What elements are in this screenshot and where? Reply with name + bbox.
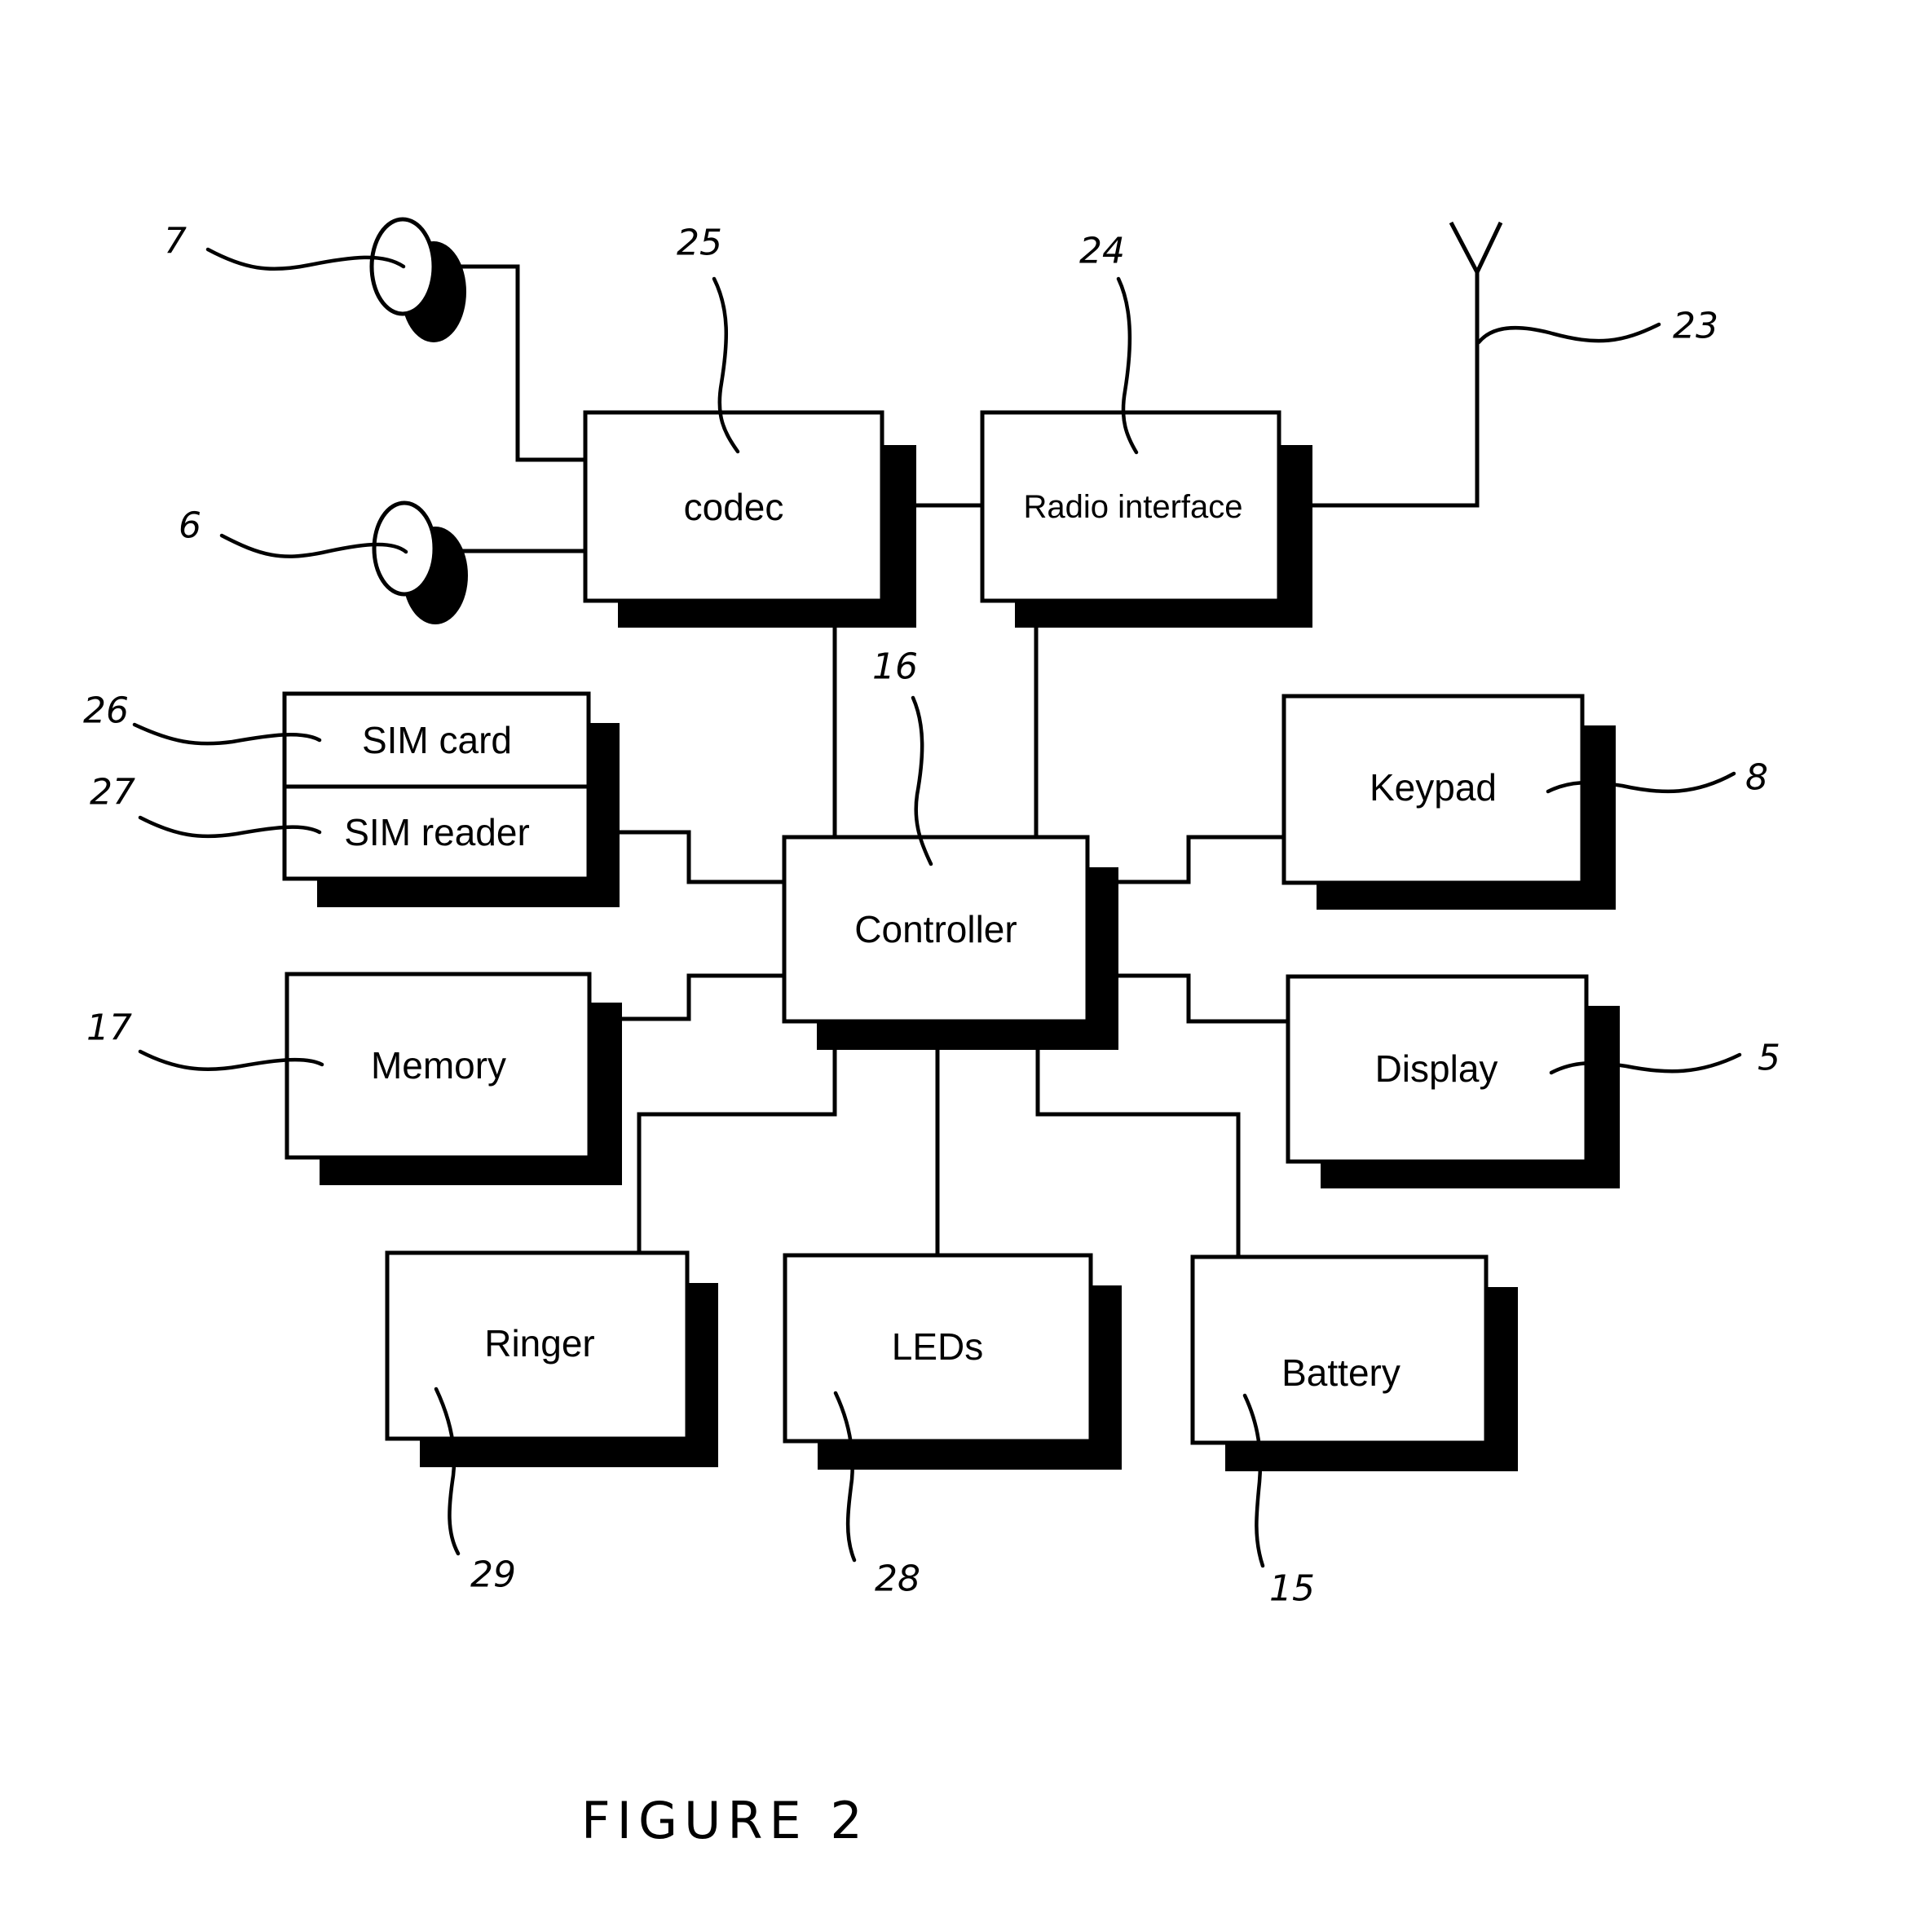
- speaker-bottom: [372, 500, 468, 624]
- ref-15: 15: [1269, 1568, 1315, 1610]
- wire-memory-controller: [622, 973, 784, 1021]
- ref-29: 29: [470, 1554, 516, 1596]
- leds-label: LEDs: [892, 1325, 983, 1368]
- battery-box: [1190, 1254, 1489, 1445]
- block-ringer: Ringer: [385, 1250, 718, 1467]
- sim-card-label: SIM card: [362, 719, 512, 761]
- ref-27: 27: [90, 772, 135, 813]
- block-battery: Battery: [1190, 1254, 1518, 1471]
- ref-26: 26: [83, 690, 129, 732]
- block-sim: SIM card SIM reader: [282, 691, 620, 907]
- speaker-top: [369, 217, 466, 342]
- ref-8: 8: [1745, 757, 1768, 799]
- ref-6: 6: [179, 505, 201, 547]
- leader-23: [1476, 322, 1661, 345]
- wire-display-controller: [1118, 973, 1288, 1024]
- antenna-icon: [1449, 221, 1503, 277]
- block-codec: codec: [583, 410, 916, 628]
- block-diagram: codec Radio interface SIM card SIM reade…: [83, 217, 1780, 1850]
- wire-speaker7-codec: [457, 264, 585, 462]
- memory-label: Memory: [371, 1044, 506, 1087]
- wire-keypad-controller: [1118, 835, 1284, 884]
- sim-reader-label: SIM reader: [344, 811, 530, 853]
- wire-battery-controller: [1035, 1050, 1241, 1257]
- block-radio-interface: Radio interface: [980, 410, 1312, 628]
- ref-23: 23: [1673, 306, 1718, 347]
- controller-label: Controller: [854, 908, 1017, 950]
- ringer-label: Ringer: [484, 1322, 595, 1364]
- figure-caption: FIGURE 2: [581, 1791, 869, 1850]
- block-keypad: Keypad: [1281, 694, 1616, 910]
- ref-17: 17: [86, 1007, 132, 1049]
- ref-7: 7: [164, 221, 187, 262]
- ref-16: 16: [872, 646, 918, 688]
- wire-radio-antenna: [1312, 272, 1480, 508]
- antenna: [1449, 221, 1503, 277]
- wire-sim-controller: [620, 830, 784, 884]
- wire-ringer-controller: [637, 1050, 837, 1253]
- block-leds: LEDs: [783, 1253, 1122, 1470]
- codec-label: codec: [684, 486, 784, 528]
- block-memory: Memory: [285, 972, 622, 1185]
- ref-28: 28: [875, 1558, 920, 1600]
- ref-24: 24: [1079, 231, 1125, 272]
- battery-label: Battery: [1281, 1351, 1400, 1394]
- ref-25: 25: [677, 223, 722, 264]
- ref-5: 5: [1758, 1038, 1780, 1079]
- block-controller: Controller: [782, 835, 1118, 1050]
- radio-label: Radio interface: [1023, 489, 1242, 525]
- block-display: Display: [1286, 974, 1620, 1188]
- display-label: Display: [1375, 1047, 1498, 1090]
- keypad-label: Keypad: [1370, 766, 1497, 809]
